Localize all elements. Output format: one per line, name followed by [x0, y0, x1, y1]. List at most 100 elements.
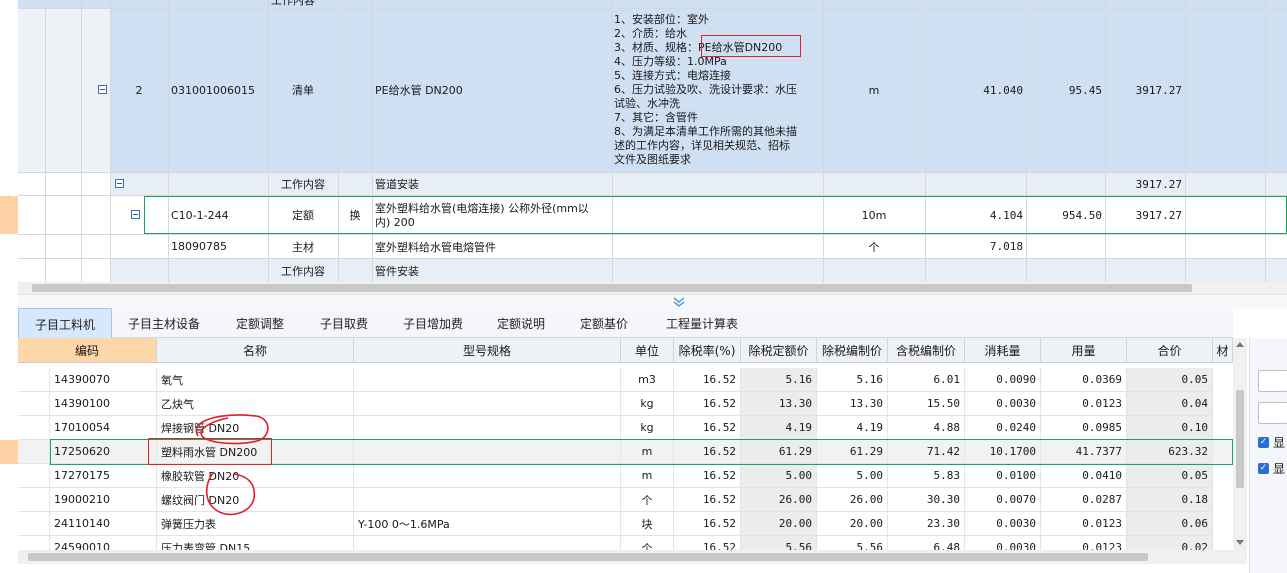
checkbox-checked-icon[interactable]: ✓ [1258, 463, 1269, 474]
cell-tax-incl-price[interactable]: 6.48 [888, 536, 965, 550]
cell-name[interactable]: 氧气 [157, 368, 354, 392]
cell-total[interactable]: 0.02 [1127, 536, 1213, 550]
col-header-consumption[interactable]: 消耗量 [965, 338, 1041, 363]
vertical-scrollbar[interactable] [1233, 338, 1247, 550]
material-code[interactable]: 18090785 [168, 235, 268, 258]
quota-qty[interactable]: 4.104 [925, 196, 1026, 234]
cell-budget-price[interactable]: 5.00 [817, 464, 888, 488]
cell-tax-rate[interactable]: 16.52 [674, 488, 741, 512]
cell-budget-price[interactable]: 5.16 [817, 368, 888, 392]
chevron-down-icon[interactable] [672, 296, 686, 308]
cell-total[interactable]: 0.06 [1127, 512, 1213, 536]
chevron-up-icon[interactable] [1236, 341, 1244, 347]
cell-budget-price[interactable]: 20.00 [817, 512, 888, 536]
tab-quota-notes[interactable]: 定额说明 [486, 308, 556, 338]
cell-code[interactable]: 14390070 [50, 368, 157, 392]
col-header-total[interactable]: 合价 [1127, 338, 1213, 363]
cell-quota-price[interactable]: 5.56 [741, 536, 817, 550]
cell-total[interactable]: 0.05 [1127, 464, 1213, 488]
cell-quota-price[interactable]: 5.00 [741, 464, 817, 488]
cell-unit[interactable]: 个 [621, 536, 674, 550]
side-button[interactable] [1258, 370, 1287, 392]
col-header-code[interactable]: 编码 [18, 338, 157, 363]
cell-consumption[interactable]: 0.0070 [965, 488, 1041, 512]
cell-total[interactable]: 0.10 [1127, 416, 1213, 440]
cell-usage[interactable]: 0.0410 [1041, 464, 1127, 488]
tab-quota-adjust[interactable]: 定额调整 [222, 308, 298, 338]
content-name[interactable]: 管件安装 [372, 259, 612, 282]
splitter-handle[interactable] [18, 294, 1287, 308]
tab-additional-fee[interactable]: 子目增加费 [390, 308, 476, 338]
cell-consumption[interactable]: 0.0240 [965, 416, 1041, 440]
cell-usage[interactable]: 0.0985 [1041, 416, 1127, 440]
cell-code[interactable]: 24110140 [50, 512, 157, 536]
cell-unit[interactable]: kg [621, 416, 674, 440]
cell-budget-price[interactable]: 5.56 [817, 536, 888, 550]
cell-consumption[interactable]: 0.0100 [965, 464, 1041, 488]
cell-quota-price[interactable]: 26.00 [741, 488, 817, 512]
cell-code[interactable]: 17270175 [50, 464, 157, 488]
cell-tax-incl-price[interactable]: 6.01 [888, 368, 965, 392]
material-name[interactable]: 室外塑料给水管电熔管件 [372, 235, 612, 258]
item-qty[interactable]: 41.040 [925, 8, 1026, 172]
side-button[interactable] [1258, 402, 1287, 424]
cell-quota-price[interactable]: 20.00 [741, 512, 817, 536]
content-name[interactable]: 管道安装 [372, 173, 612, 195]
cell-total[interactable]: 0.04 [1127, 392, 1213, 416]
cell-spec[interactable] [354, 488, 621, 512]
cell-tax-rate[interactable]: 16.52 [674, 464, 741, 488]
cell-tax-rate[interactable]: 16.52 [674, 512, 741, 536]
cell-code[interactable]: 14390100 [50, 392, 157, 416]
col-header-name[interactable]: 名称 [157, 338, 354, 363]
show-checkbox-1[interactable]: ✓ 显 [1258, 434, 1285, 451]
cell-tax-incl-price[interactable]: 5.83 [888, 464, 965, 488]
collapse-tree-icon[interactable] [115, 179, 124, 188]
cell-usage[interactable]: 0.0123 [1041, 536, 1127, 550]
cell-tax-incl-price[interactable]: 15.50 [888, 392, 965, 416]
cell-unit[interactable]: m [621, 464, 674, 488]
cell-spec[interactable] [354, 368, 621, 392]
cell-quota-price[interactable]: 13.30 [741, 392, 817, 416]
cell-usage[interactable]: 0.0123 [1041, 512, 1127, 536]
cell-tax-incl-price[interactable]: 30.30 [888, 488, 965, 512]
cell-spec[interactable] [354, 536, 621, 550]
col-header-extra[interactable]: 材 [1213, 338, 1233, 363]
collapse-tree-icon[interactable] [131, 210, 140, 219]
labor-material-grid[interactable]: 编码 名称 型号规格 单位 除税率(%) 除税定额价 除税编制价 含税编制价 消… [18, 338, 1233, 550]
material-qty[interactable]: 7.018 [925, 235, 1026, 258]
cell-code[interactable]: 19000210 [50, 488, 157, 512]
collapse-tree-icon[interactable] [98, 85, 107, 94]
cell-unit[interactable]: 块 [621, 512, 674, 536]
cell-usage[interactable]: 0.0123 [1041, 392, 1127, 416]
cell-usage[interactable]: 0.0369 [1041, 368, 1127, 392]
cell-quota-price[interactable]: 5.16 [741, 368, 817, 392]
cell-tax-incl-price[interactable]: 23.30 [888, 512, 965, 536]
cell-spec[interactable] [354, 392, 621, 416]
tab-quantity-calc[interactable]: 工程量计算表 [652, 308, 752, 338]
horizontal-scrollbar[interactable] [18, 550, 1247, 564]
tab-labor-material[interactable]: 子目工料机 [18, 308, 112, 339]
chevron-down-icon[interactable] [1236, 540, 1244, 546]
col-header-spec[interactable]: 型号规格 [354, 338, 621, 363]
item-name[interactable]: PE给水管 DN200 [372, 8, 612, 172]
col-header-budget-price[interactable]: 除税编制价 [817, 338, 888, 363]
cell-code[interactable]: 24590010 [50, 536, 157, 550]
cell-quota-price[interactable]: 4.19 [741, 416, 817, 440]
cell-total[interactable]: 0.18 [1127, 488, 1213, 512]
bill-grid[interactable]: 工作内容 2 031001006015 清单 PE给水管 DN200 1、安装部… [18, 0, 1287, 282]
item-code[interactable]: 031001006015 [168, 8, 268, 172]
cell-tax-rate[interactable]: 16.52 [674, 392, 741, 416]
cell-consumption[interactable]: 0.0030 [965, 392, 1041, 416]
cell-spec[interactable] [354, 464, 621, 488]
cell-budget-price[interactable]: 4.19 [817, 416, 888, 440]
table-row[interactable] [18, 0, 1287, 8]
cell-tax-incl-price[interactable]: 4.88 [888, 416, 965, 440]
cell-total[interactable]: 0.05 [1127, 368, 1213, 392]
cell-budget-price[interactable]: 13.30 [817, 392, 888, 416]
cell-budget-price[interactable]: 26.00 [817, 488, 888, 512]
col-header-usage[interactable]: 用量 [1041, 338, 1127, 363]
quota-code[interactable]: C10-1-244 [168, 196, 268, 234]
cell-tax-rate[interactable]: 16.52 [674, 368, 741, 392]
cell-consumption[interactable]: 0.0030 [965, 536, 1041, 550]
cell-tax-rate[interactable]: 16.52 [674, 536, 741, 550]
